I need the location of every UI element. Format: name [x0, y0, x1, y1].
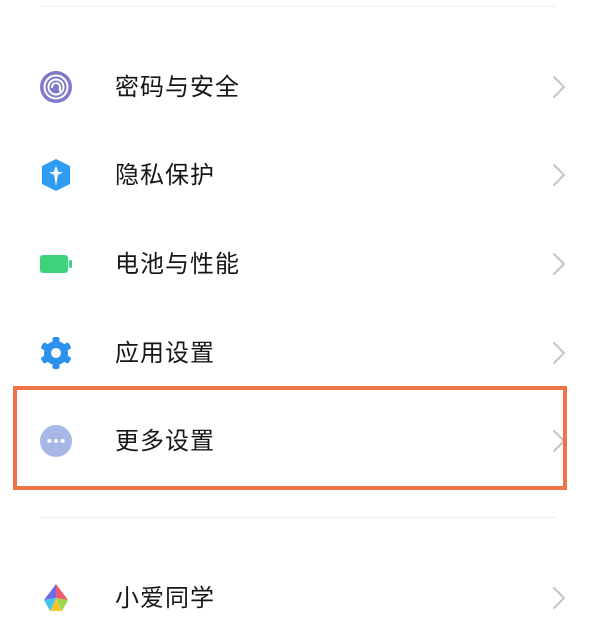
settings-item-label: 电池与性能	[115, 250, 240, 278]
chevron-right-icon	[553, 253, 565, 275]
settings-item-more-settings[interactable]: 更多设置	[0, 397, 591, 485]
chevron-right-icon	[553, 76, 565, 98]
settings-item-label: 密码与安全	[115, 73, 240, 101]
settings-item-label: 更多设置	[115, 427, 215, 455]
chevron-right-icon	[553, 342, 565, 364]
more-dots-icon	[40, 425, 72, 457]
chevron-right-icon	[553, 587, 565, 609]
gear-icon	[41, 337, 71, 369]
settings-item-app-settings[interactable]: 应用设置	[0, 309, 591, 397]
top-divider	[40, 6, 556, 7]
settings-item-privacy[interactable]: 隐私保护	[0, 131, 591, 219]
settings-item-label: 小爱同学	[115, 584, 215, 612]
section-divider	[40, 517, 556, 518]
privacy-shield-icon	[42, 159, 70, 191]
battery-icon	[40, 255, 72, 273]
fingerprint-icon	[40, 71, 72, 103]
chevron-right-icon	[553, 164, 565, 186]
settings-item-password-security[interactable]: 密码与安全	[0, 43, 591, 131]
settings-item-xiaoai-assistant[interactable]: 小爱同学	[0, 554, 591, 642]
xiaoai-assistant-icon	[44, 584, 68, 611]
settings-item-battery-performance[interactable]: 电池与性能	[0, 220, 591, 308]
chevron-right-icon	[553, 430, 565, 452]
settings-item-label: 隐私保护	[115, 161, 215, 189]
settings-item-label: 应用设置	[115, 339, 215, 367]
